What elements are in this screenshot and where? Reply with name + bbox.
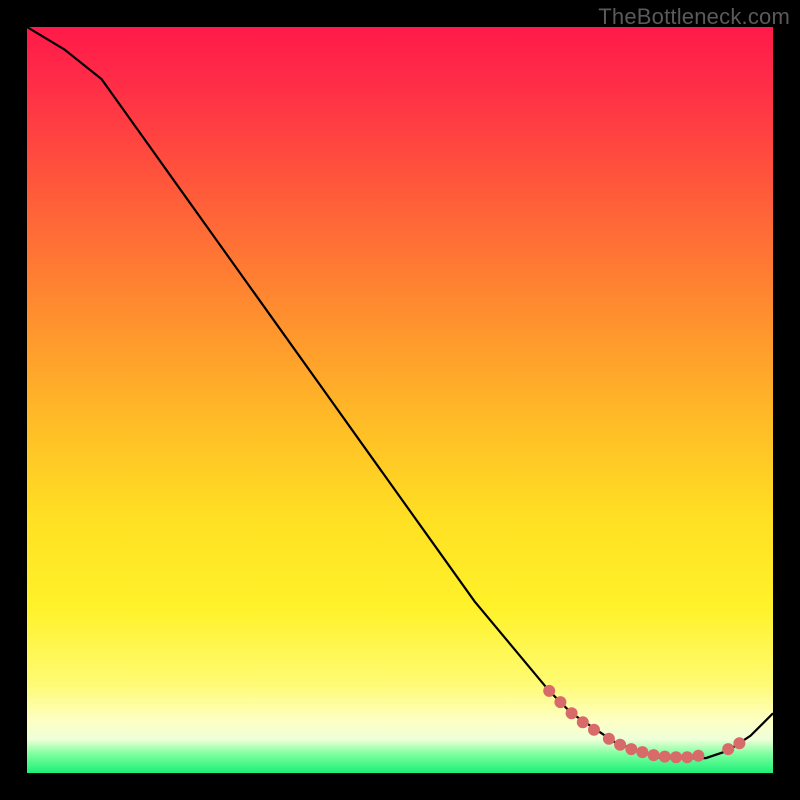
plot-area (27, 27, 773, 773)
data-marker (614, 739, 626, 751)
data-marker (670, 751, 682, 763)
data-marker (648, 749, 660, 761)
data-marker (722, 743, 734, 755)
data-marker (625, 743, 637, 755)
data-marker (577, 716, 589, 728)
data-marker (681, 751, 693, 763)
data-marker (692, 750, 704, 762)
data-marker (554, 696, 566, 708)
curve-svg (27, 27, 773, 773)
bottleneck-curve-line (27, 27, 773, 758)
data-marker (733, 737, 745, 749)
data-marker (543, 685, 555, 697)
data-marker (588, 724, 600, 736)
markers-group (543, 685, 745, 763)
data-marker (603, 733, 615, 745)
data-marker (566, 707, 578, 719)
watermark-text: TheBottleneck.com (598, 4, 790, 30)
data-marker (636, 746, 648, 758)
chart-frame: TheBottleneck.com (0, 0, 800, 800)
data-marker (659, 751, 671, 763)
